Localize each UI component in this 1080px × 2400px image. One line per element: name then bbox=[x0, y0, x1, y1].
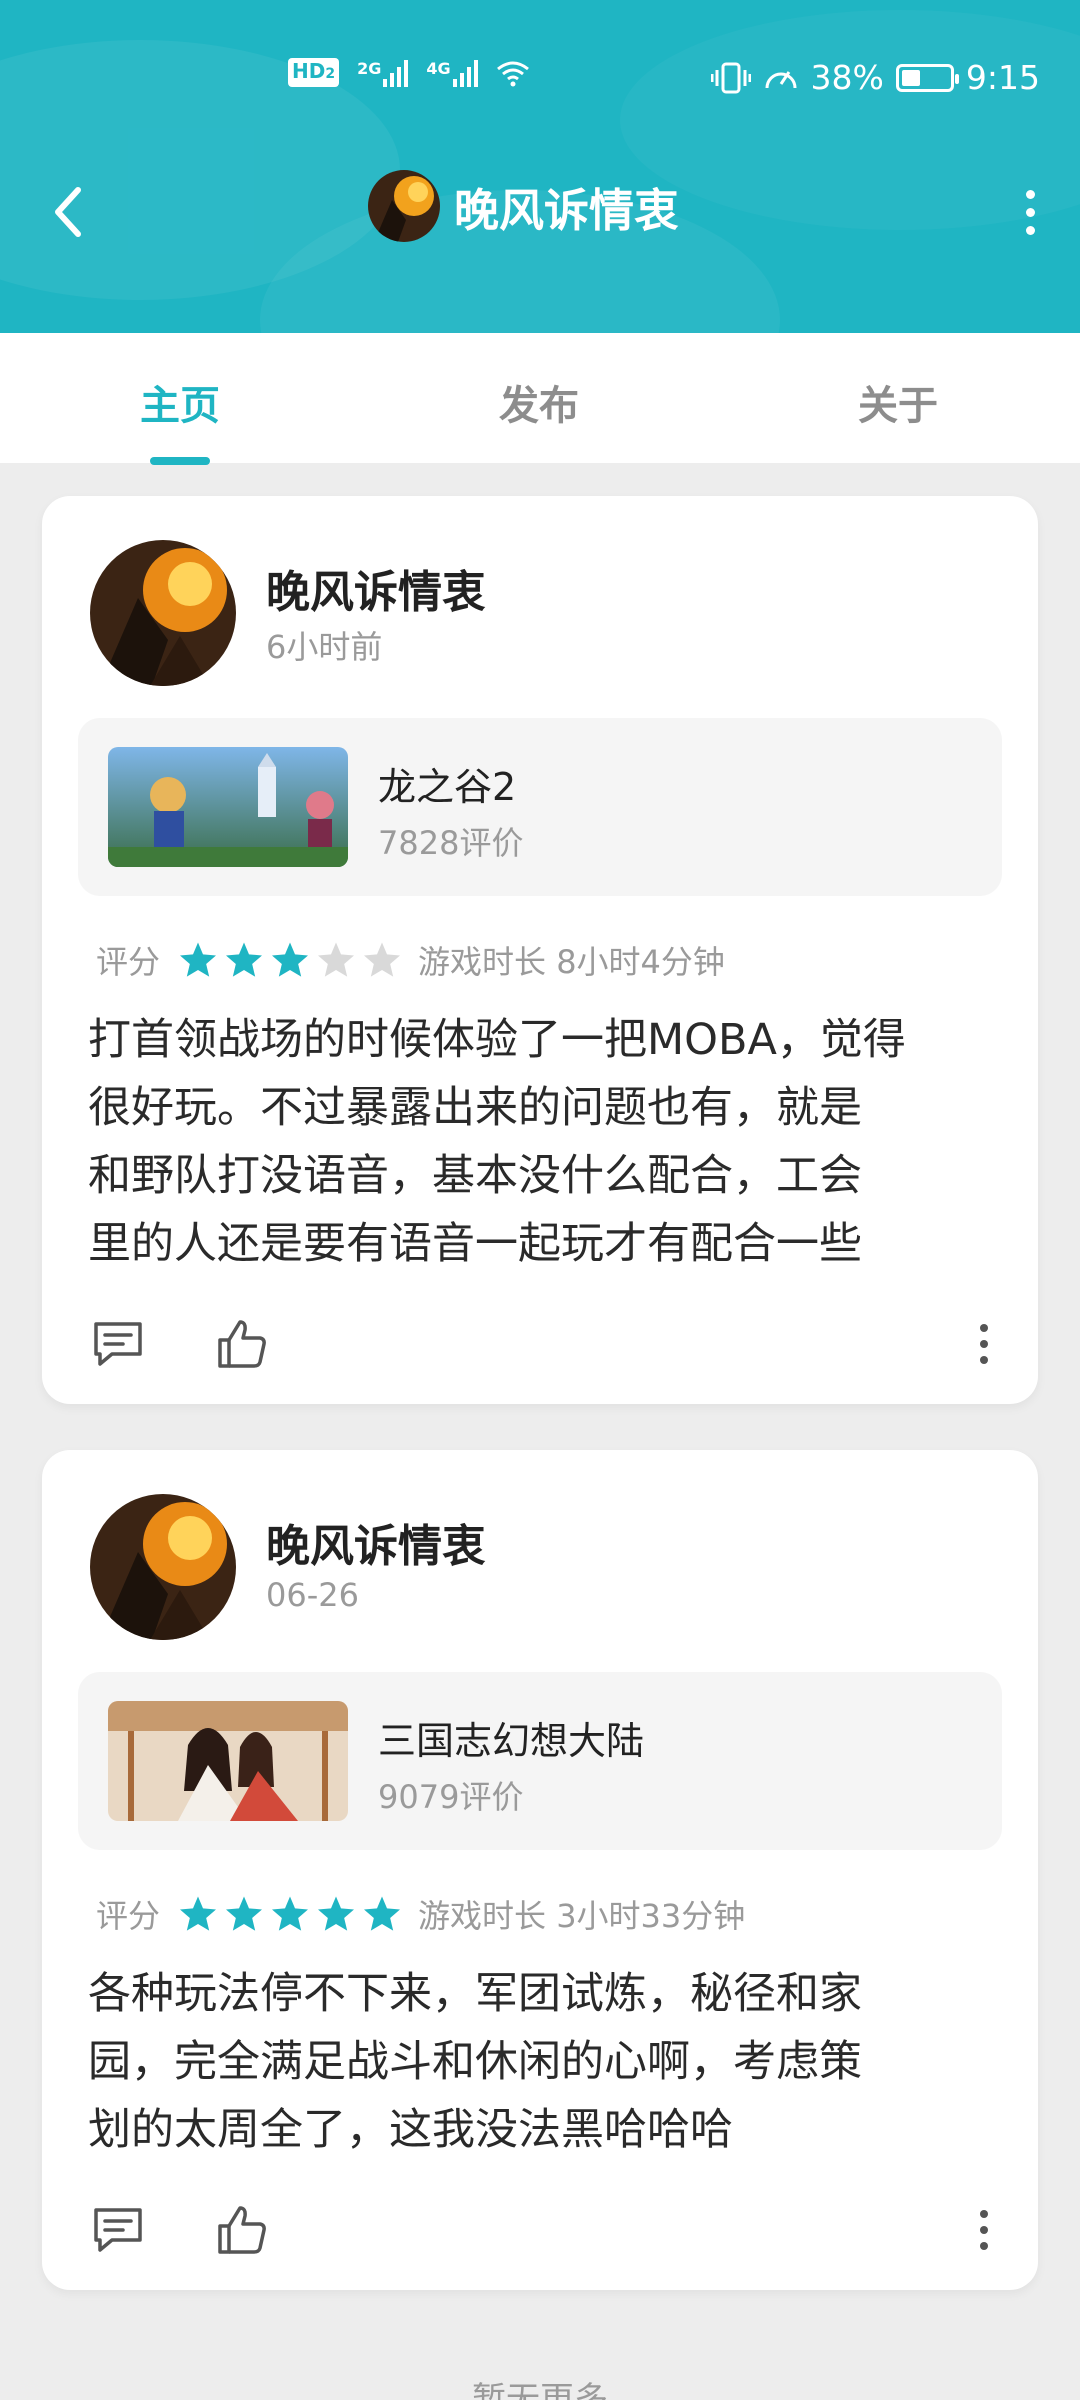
review-line: 很好玩。不过暴露出来的问题也有，就是 bbox=[88, 1083, 862, 1133]
star-filled-icon bbox=[226, 942, 263, 977]
title-group: 晚风诉情衷 bbox=[368, 170, 679, 242]
battery-icon bbox=[895, 63, 959, 92]
signal-2g-icon: 2G bbox=[357, 59, 409, 87]
review-line: 各种玩法停不下来，军团试炼，秘径和家 bbox=[88, 1969, 862, 2019]
review-text[interactable]: 打首领战场的时候体验了一把MOBA，觉得 很好玩。不过暴露出来的问题也有，就是 … bbox=[88, 1006, 1008, 1278]
battery-percent: 38% bbox=[810, 58, 884, 97]
status-bar: HD2 2G 4G 38% 9:15 bbox=[0, 0, 1080, 160]
star-filled-icon bbox=[364, 1896, 401, 1931]
review-line: 打首领战场的时候体验了一把MOBA，觉得 bbox=[88, 1015, 906, 1065]
speedometer-icon bbox=[765, 70, 797, 88]
action-bar bbox=[42, 2202, 1038, 2272]
game-link[interactable]: 三国志幻想大陆 9079评价 bbox=[78, 1672, 1002, 1850]
page-title: 晚风诉情衷 bbox=[454, 183, 680, 237]
network-indicators: HD2 2G 4G bbox=[288, 58, 530, 87]
tab-bar: 主页 发布 关于 bbox=[0, 333, 1080, 465]
wifi-icon bbox=[496, 61, 529, 86]
star-empty-icon bbox=[318, 942, 355, 977]
tab-home[interactable]: 主页 bbox=[140, 373, 220, 431]
review-line: 划的太周全了，这我没法黑哈哈哈 bbox=[88, 2105, 733, 2155]
star-filled-icon bbox=[180, 942, 217, 977]
more-options-icon[interactable] bbox=[978, 2210, 990, 2250]
more-vertical-icon[interactable] bbox=[1010, 182, 1050, 242]
action-bar bbox=[42, 1316, 1038, 1386]
review-line: 园，完全满足战斗和休闲的心啊，考虑策 bbox=[88, 2037, 862, 2087]
title-bar: 晚风诉情衷 bbox=[0, 160, 1080, 270]
rating-row: 评分 游戏时长 8小时4分钟 bbox=[96, 938, 725, 982]
avatar[interactable] bbox=[90, 1494, 236, 1640]
rating-label: 评分 bbox=[96, 1897, 161, 1935]
like-icon[interactable] bbox=[214, 1316, 270, 1372]
game-link[interactable]: 龙之谷2 7828评价 bbox=[78, 718, 1002, 896]
playtime: 游戏时长 3小时33分钟 bbox=[418, 1897, 746, 1935]
back-arrow-icon[interactable] bbox=[44, 182, 92, 242]
hd-badge: HD2 bbox=[288, 58, 340, 87]
star-rating bbox=[178, 940, 402, 980]
tab-indicator bbox=[150, 457, 210, 465]
vibrate-icon bbox=[710, 62, 751, 93]
comment-icon[interactable] bbox=[90, 1316, 146, 1372]
tab-about[interactable]: 关于 bbox=[858, 373, 938, 431]
rating-label: 评分 bbox=[96, 943, 161, 981]
game-review-count: 9079评价 bbox=[378, 1778, 524, 1816]
clock: 9:15 bbox=[965, 58, 1040, 97]
playtime: 游戏时长 8小时4分钟 bbox=[418, 943, 725, 981]
star-filled-icon bbox=[272, 942, 309, 977]
star-empty-icon bbox=[364, 942, 401, 977]
user-name[interactable]: 晚风诉情衷 bbox=[266, 556, 486, 620]
game-review-count: 7828评价 bbox=[378, 824, 524, 862]
more-options-icon[interactable] bbox=[978, 1324, 990, 1364]
game-thumbnail bbox=[108, 1701, 348, 1821]
post-card[interactable]: 晚风诉情衷 6小时前 龙之谷2 7828评价 评分 游戏时长 8小时4分钟 打首… bbox=[42, 496, 1038, 1404]
post-card[interactable]: 晚风诉情衷 06-26 三国志幻想大陆 9079评价 评分 游戏时长 3小时33… bbox=[42, 1450, 1038, 2290]
comment-icon[interactable] bbox=[90, 2202, 146, 2258]
star-rating bbox=[178, 1894, 402, 1934]
game-name: 龙之谷2 bbox=[378, 765, 517, 809]
status-right: 38% 9:15 bbox=[710, 58, 1040, 97]
game-name: 三国志幻想大陆 bbox=[378, 1719, 645, 1763]
post-time: 06-26 bbox=[266, 1576, 359, 1614]
rating-row: 评分 游戏时长 3小时33分钟 bbox=[96, 1892, 745, 1936]
star-filled-icon bbox=[272, 1896, 309, 1931]
star-filled-icon bbox=[180, 1896, 217, 1931]
signal-4g-icon: 4G bbox=[426, 59, 478, 87]
star-filled-icon bbox=[226, 1896, 263, 1931]
review-line: 和野队打没语音，基本没什么配合，工会 bbox=[88, 1151, 862, 1201]
avatar[interactable] bbox=[368, 170, 440, 242]
review-line: 里的人还是要有语音一起玩才有配合一些 bbox=[88, 1219, 862, 1269]
header: HD2 2G 4G 38% 9:15 晚风诉情衷 bbox=[0, 0, 1080, 333]
star-filled-icon bbox=[318, 1896, 355, 1931]
end-of-list-text: 暂无更多 bbox=[472, 2380, 608, 2400]
avatar[interactable] bbox=[90, 540, 236, 686]
tab-posts[interactable]: 发布 bbox=[499, 373, 579, 431]
like-icon[interactable] bbox=[214, 2202, 270, 2258]
game-thumbnail bbox=[108, 747, 348, 867]
post-time: 6小时前 bbox=[266, 628, 383, 666]
user-name[interactable]: 晚风诉情衷 bbox=[266, 1510, 486, 1574]
review-text[interactable]: 各种玩法停不下来，军团试炼，秘径和家 园，完全满足战斗和休闲的心啊，考虑策 划的… bbox=[88, 1960, 1008, 2164]
